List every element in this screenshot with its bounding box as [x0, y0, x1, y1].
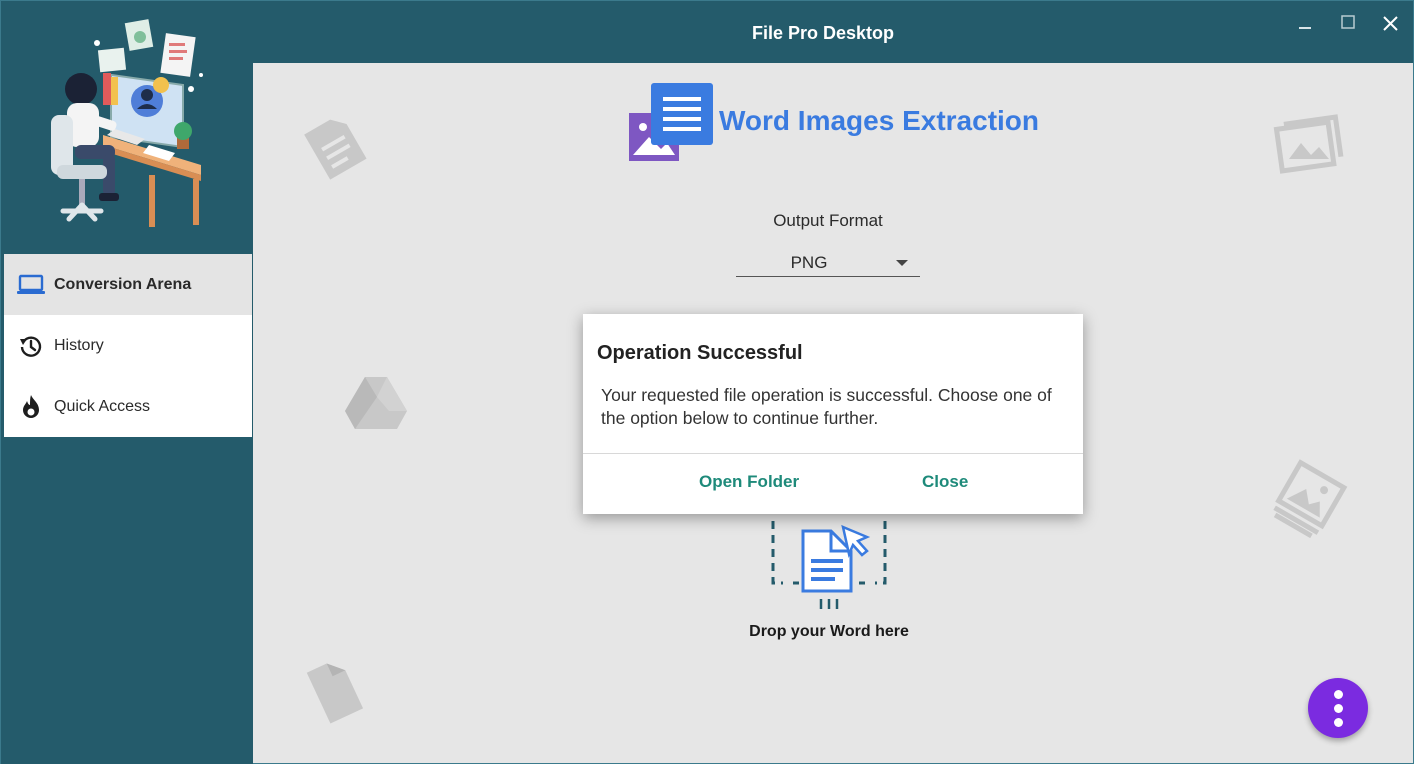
sidebar-nav: Conversion Arena History Quick Access: [4, 254, 252, 437]
dialog-divider: [583, 453, 1083, 454]
drop-zone-label: Drop your Word here: [749, 623, 909, 640]
open-folder-button[interactable]: Open Folder: [699, 472, 799, 492]
sidebar-item-history[interactable]: History: [4, 315, 252, 376]
drive-icon: [345, 377, 407, 429]
sidebar-item-conversion-arena[interactable]: Conversion Arena: [4, 254, 252, 315]
success-dialog: Operation Successful Your requested file…: [583, 314, 1083, 514]
chevron-down-icon: [896, 260, 908, 266]
more-options-button[interactable]: [1308, 678, 1368, 738]
output-format-select[interactable]: PNG: [736, 249, 920, 277]
sidebar-item-label: History: [54, 336, 104, 354]
dialog-message: Your requested file operation is success…: [601, 385, 1052, 428]
document-icon: [304, 119, 367, 180]
laptop-icon: [16, 272, 46, 298]
word-image-logo-icon: [629, 83, 713, 161]
window-title: File Pro Desktop: [751, 23, 895, 43]
app-window: Conversion Arena History Quick Access Fi…: [0, 0, 1414, 764]
history-icon: [16, 333, 46, 359]
page-title: Word Images Extraction: [719, 105, 1040, 136]
dot-icon: [1333, 689, 1343, 699]
close-dialog-button[interactable]: Close: [922, 472, 968, 492]
output-format-label: Output Format: [773, 211, 883, 230]
minimize-icon[interactable]: [1292, 11, 1318, 37]
workspace-illustration: [51, 19, 203, 227]
dot-icon: [1333, 703, 1343, 713]
sidebar-item-quick-access[interactable]: Quick Access: [4, 376, 252, 437]
image-stack-icon: [1273, 459, 1348, 539]
sidebar-item-label: Quick Access: [54, 397, 151, 415]
drop-zone[interactable]: [771, 513, 887, 617]
image-icon: [1273, 114, 1344, 174]
file-icon: [306, 663, 364, 724]
dialog-title: Operation Successful: [597, 342, 803, 364]
dot-icon: [1333, 717, 1343, 727]
sidebar-item-label: Conversion Arena: [54, 275, 192, 293]
sidebar: Conversion Arena History Quick Access: [1, 1, 253, 764]
flame-icon: [16, 394, 46, 420]
output-format-value: PNG: [790, 253, 828, 272]
maximize-icon[interactable]: [1335, 11, 1361, 37]
close-icon[interactable]: [1378, 11, 1404, 37]
title-bar: File Pro Desktop: [253, 1, 1413, 63]
